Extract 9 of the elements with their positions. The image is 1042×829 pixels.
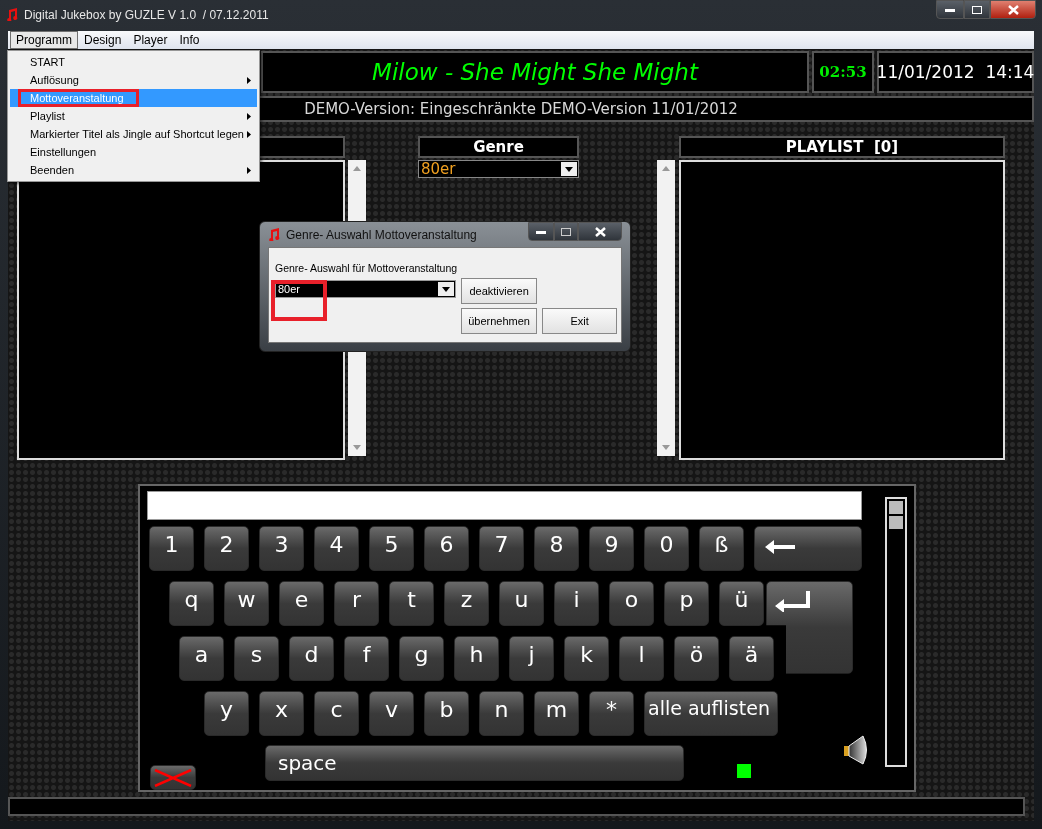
elapsed-time: 02:53	[819, 63, 867, 81]
demo-notice: DEMO-Version: Eingeschränkte DEMO-Version 11/01/2012	[304, 100, 738, 118]
dialog-label: Genre- Auswahl für Mottoveranstaltung	[275, 262, 458, 274]
dialog-title: Genre- Auswahl Mottoveranstaltung	[286, 227, 477, 242]
now-playing-title: Milow - She Might She Might	[372, 59, 698, 85]
genre-title: Genre	[473, 138, 524, 156]
window-title: Digital Jukebox by GUZLE V 1.0 / 07.12.2011	[24, 7, 269, 22]
date-time: 11/01/2012 14:14	[876, 62, 1035, 82]
playlist-title: PLAYLIST [0]	[785, 138, 899, 156]
